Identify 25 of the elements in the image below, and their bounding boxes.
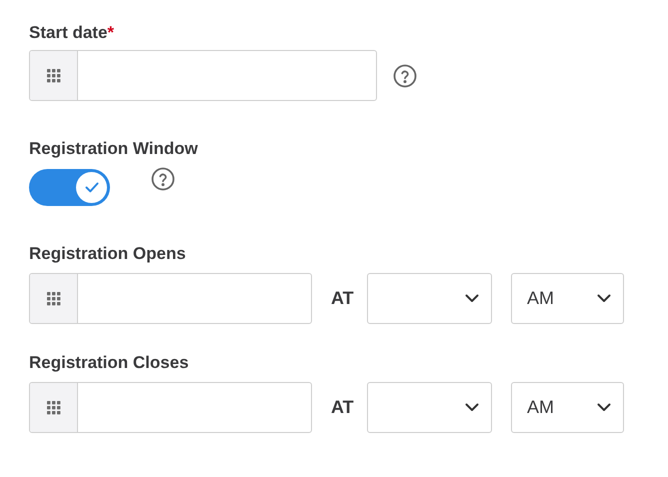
calendar-button[interactable] — [30, 274, 78, 323]
calendar-button[interactable] — [30, 383, 78, 432]
calendar-grid-icon — [46, 68, 60, 82]
chevron-down-icon — [465, 294, 479, 303]
chevron-down-icon — [597, 294, 611, 303]
field-label: Registration Closes — [29, 352, 190, 372]
calendar-grid-icon — [46, 292, 60, 306]
period-select[interactable]: AM — [511, 382, 624, 433]
chevron-down-icon — [465, 403, 479, 412]
field-label: Start date* — [29, 22, 116, 42]
at-label: AT — [331, 396, 355, 419]
date-field[interactable] — [29, 273, 312, 324]
period-select[interactable]: AM — [511, 273, 624, 324]
at-label: AT — [331, 287, 355, 310]
field-label: Registration Opens — [29, 243, 187, 263]
field-label: Registration Window — [29, 138, 199, 158]
chevron-down-icon — [597, 403, 611, 412]
calendar-button[interactable] — [30, 51, 78, 100]
check-icon — [84, 182, 98, 193]
date-field[interactable] — [29, 382, 312, 433]
toggle-switch[interactable] — [29, 169, 110, 206]
help-icon[interactable] — [393, 64, 417, 88]
date-field[interactable] — [29, 50, 377, 101]
help-icon[interactable] — [151, 167, 175, 191]
calendar-grid-icon — [46, 400, 60, 414]
